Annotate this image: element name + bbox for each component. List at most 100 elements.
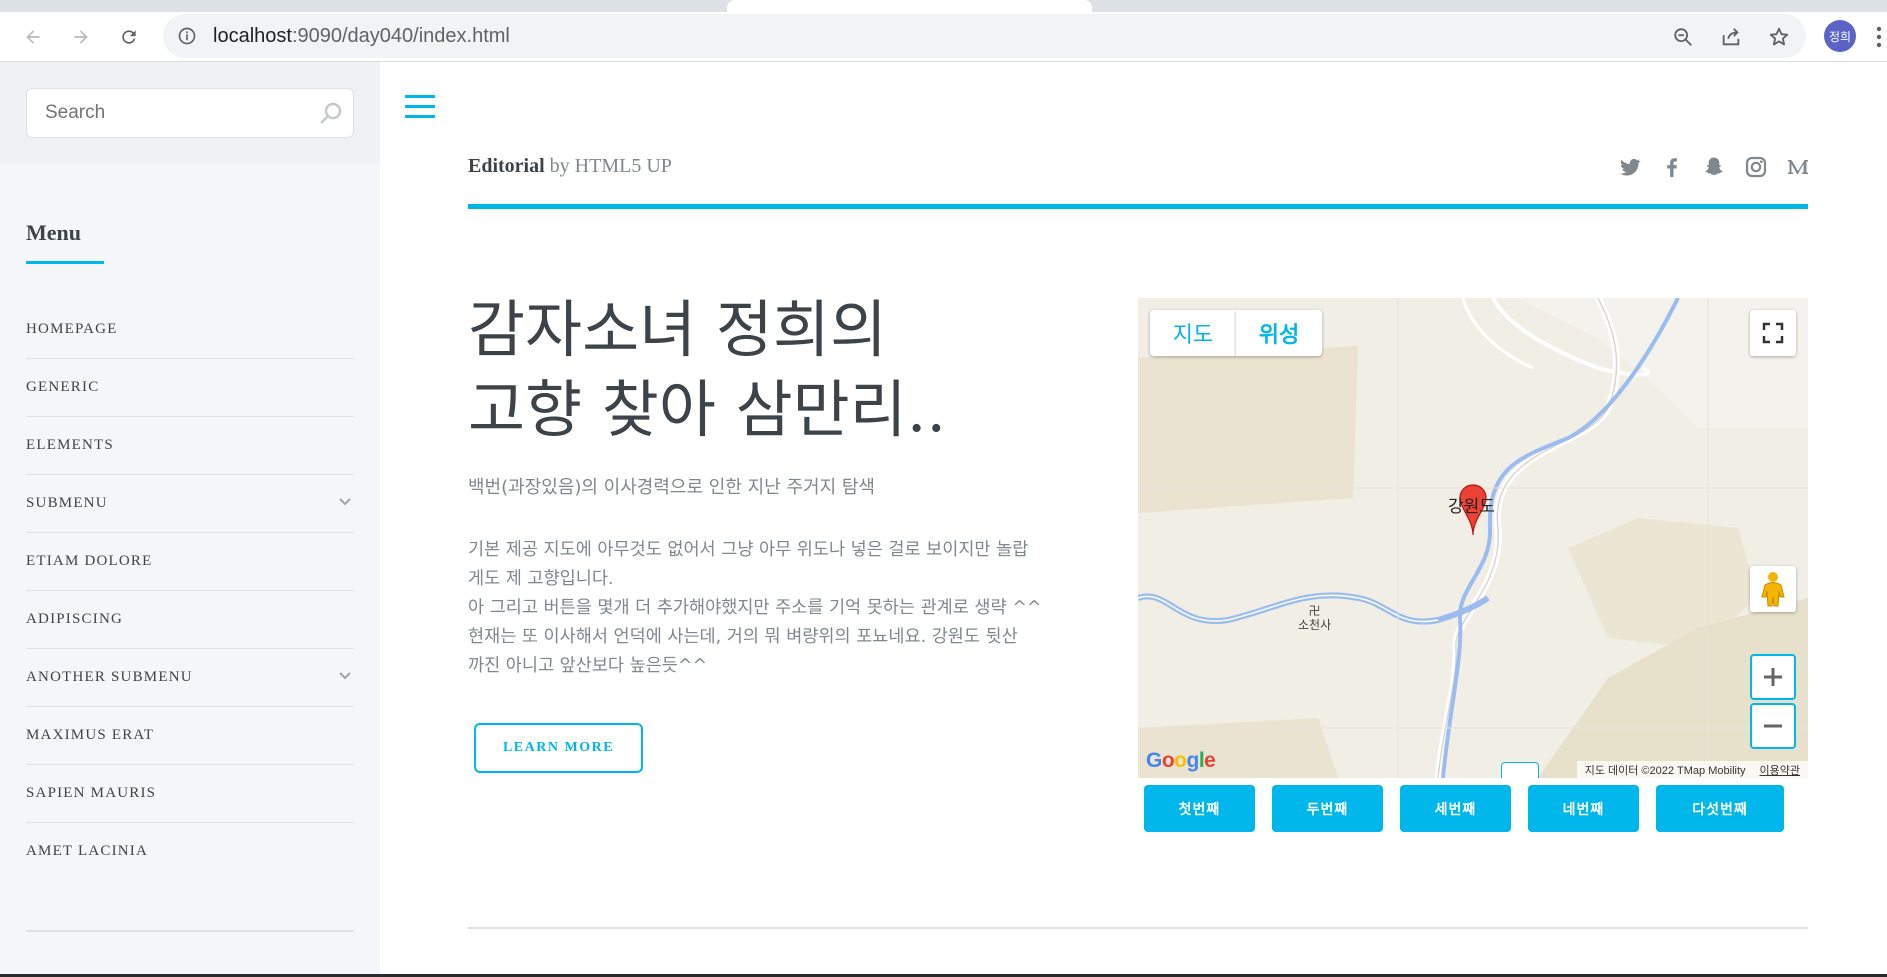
map-attribution: 지도 데이터 ©2022 TMap Mobility 이용약관 xyxy=(1576,761,1808,778)
sidebar-item-label: ADIPISCING xyxy=(26,611,124,627)
map-type-control: 지도 위성 xyxy=(1150,310,1322,356)
more-menu-icon[interactable] xyxy=(1876,26,1882,48)
back-button[interactable] xyxy=(16,20,50,54)
terms-link[interactable]: 이용약관 xyxy=(1760,762,1800,778)
header-divider xyxy=(468,204,1808,209)
forward-button[interactable] xyxy=(64,20,98,54)
paragraph-line: 기본 제공 지도에 아무것도 없어서 그냥 아무 위도나 넣은 걸로 보이지만 … xyxy=(468,540,1029,560)
search-input[interactable] xyxy=(27,89,353,137)
hamburger-bar xyxy=(405,115,435,118)
minus-icon xyxy=(1764,724,1782,728)
sidebar-item-submenu[interactable]: SUBMENU xyxy=(26,474,354,532)
hamburger-bar xyxy=(405,95,435,98)
learn-more-button[interactable]: LEARN MORE xyxy=(474,723,643,773)
sidebar-item-label: ETIAM DOLORE xyxy=(26,553,153,569)
arrow-left-icon xyxy=(26,30,40,44)
map-terrain xyxy=(1138,298,1808,778)
browser-tab-strip xyxy=(0,0,1887,12)
plus-icon xyxy=(1764,668,1782,686)
map-type-map-button[interactable]: 지도 xyxy=(1150,310,1236,356)
profile-avatar[interactable]: 정희 xyxy=(1824,20,1856,52)
info-icon[interactable] xyxy=(177,26,197,46)
menu-title-underline xyxy=(26,261,104,264)
headline-line: 고향 찾아 삼만리.. xyxy=(468,373,947,446)
sidebar-divider xyxy=(26,930,354,932)
hamburger-bar xyxy=(405,105,435,108)
menu-title: Menu xyxy=(26,220,81,245)
sidebar-item-label: GENERIC xyxy=(26,379,100,395)
address-bar[interactable]: localhost:9090/day040/index.html xyxy=(163,14,1806,58)
page-subtitle: 백번(과장있음)의 이사경력으로 인한 지난 주거지 탐색 xyxy=(468,477,875,498)
location-button-group: 첫번째 두번째 세번째 네번째 다섯번째 xyxy=(1144,785,1784,832)
street-view-pegman[interactable] xyxy=(1750,566,1796,612)
google-logo[interactable]: Google xyxy=(1146,749,1216,773)
sidebar-item-label: ELEMENTS xyxy=(26,437,114,453)
fullscreen-icon xyxy=(1762,322,1784,344)
chevron-down-icon[interactable] xyxy=(338,671,352,681)
sidebar-item-label: MAXIMUS ERAT xyxy=(26,727,155,743)
location-button-1[interactable]: 첫번째 xyxy=(1144,785,1255,832)
sidebar-menu: HOMEPAGE GENERIC ELEMENTS SUBMENU ETIAM … xyxy=(26,300,354,880)
active-tab[interactable] xyxy=(727,0,1092,12)
map-place-label: 卍 소천사 xyxy=(1298,604,1331,632)
search-section xyxy=(0,62,380,163)
sidebar-toggle-button[interactable] xyxy=(405,95,435,123)
social-links xyxy=(1618,155,1810,179)
chevron-down-icon[interactable] xyxy=(338,497,352,507)
keyboard-shortcuts-button[interactable] xyxy=(1501,762,1539,778)
twitter-icon[interactable] xyxy=(1618,155,1642,179)
sidebar-item-label: HOMEPAGE xyxy=(26,320,118,337)
temple-icon: 卍 xyxy=(1308,604,1321,618)
headline-line: 감자소녀 정희의 xyxy=(468,293,887,366)
sidebar-item-elements[interactable]: ELEMENTS xyxy=(26,416,354,474)
location-button-4[interactable]: 네번째 xyxy=(1528,785,1639,832)
star-icon[interactable] xyxy=(1768,26,1790,48)
share-icon[interactable] xyxy=(1720,26,1742,48)
fullscreen-button[interactable] xyxy=(1750,310,1796,356)
sidebar-item-maximus-erat[interactable]: MAXIMUS ERAT xyxy=(26,706,354,764)
zoom-out-button[interactable] xyxy=(1750,703,1796,749)
map-type-satellite-button[interactable]: 위성 xyxy=(1236,310,1322,356)
site-logo[interactable]: Editorial by HTML5 UP xyxy=(468,155,672,178)
sidebar-item-label: SAPIEN MAURIS xyxy=(26,785,157,801)
arrow-right-icon xyxy=(74,30,88,44)
attribution-text: 지도 데이터 ©2022 TMap Mobility xyxy=(1584,764,1746,777)
page-title: 감자소녀 정희의 고향 찾아 삼만리.. xyxy=(468,290,946,450)
sidebar: Menu HOMEPAGE GENERIC ELEMENTS SUBMENU E… xyxy=(0,62,380,977)
facebook-icon[interactable] xyxy=(1660,155,1684,179)
google-map[interactable]: 지도 위성 강원도 卍 소천사 Google 지도 데이터 ©2022 TMap… xyxy=(1138,298,1808,778)
paragraph-line: 아 그리고 버튼을 몇개 더 추가해야했지만 주소를 기억 못하는 관계로 생략… xyxy=(468,598,1042,618)
sidebar-item-etiam-dolore[interactable]: ETIAM DOLORE xyxy=(26,532,354,590)
snapchat-icon[interactable] xyxy=(1702,155,1726,179)
browser-toolbar: localhost:9090/day040/index.html 정희 xyxy=(0,12,1887,62)
sidebar-item-label: SUBMENU xyxy=(26,495,108,511)
location-button-3[interactable]: 세번째 xyxy=(1400,785,1511,832)
place-name: 소천사 xyxy=(1298,618,1332,632)
section-divider xyxy=(468,927,1808,929)
sidebar-item-adipiscing[interactable]: ADIPISCING xyxy=(26,590,354,648)
zoom-out-icon[interactable] xyxy=(1672,26,1694,48)
paragraph-line: 까진 아니고 앞산보다 높은듯^^ xyxy=(468,656,708,676)
marker-label: 강원도 xyxy=(1448,497,1495,517)
location-button-5[interactable]: 다섯번째 xyxy=(1656,785,1784,832)
reload-button[interactable] xyxy=(112,20,146,54)
sidebar-item-another-submenu[interactable]: ANOTHER SUBMENU xyxy=(26,648,354,706)
medium-icon[interactable] xyxy=(1786,155,1810,179)
sidebar-item-homepage[interactable]: HOMEPAGE xyxy=(26,300,354,358)
sidebar-item-sapien-mauris[interactable]: SAPIEN MAURIS xyxy=(26,764,354,822)
pegman-icon xyxy=(1761,572,1785,607)
sidebar-item-generic[interactable]: GENERIC xyxy=(26,358,354,416)
paragraph-line: 현재는 또 이사해서 언덕에 사는데, 거의 뭐 벼량위의 포뇨네요. 강원도 … xyxy=(468,627,1018,647)
search-box[interactable] xyxy=(26,88,354,138)
sidebar-item-label: AMET LACINIA xyxy=(26,843,149,859)
intro-paragraph: 기본 제공 지도에 아무것도 없어서 그냥 아무 위도나 넣은 걸로 보이지만 … xyxy=(468,536,1068,681)
paragraph-line: 게도 제 고향입니다. xyxy=(468,569,614,589)
location-button-2[interactable]: 두번째 xyxy=(1272,785,1383,832)
url-text: localhost:9090/day040/index.html xyxy=(213,25,510,47)
instagram-icon[interactable] xyxy=(1744,155,1768,179)
search-icon[interactable] xyxy=(317,101,343,127)
zoom-in-button[interactable] xyxy=(1750,654,1796,700)
sidebar-item-label: ANOTHER SUBMENU xyxy=(26,669,193,685)
sidebar-item-amet-lacinia[interactable]: AMET LACINIA xyxy=(26,822,354,880)
reload-icon xyxy=(122,30,136,44)
